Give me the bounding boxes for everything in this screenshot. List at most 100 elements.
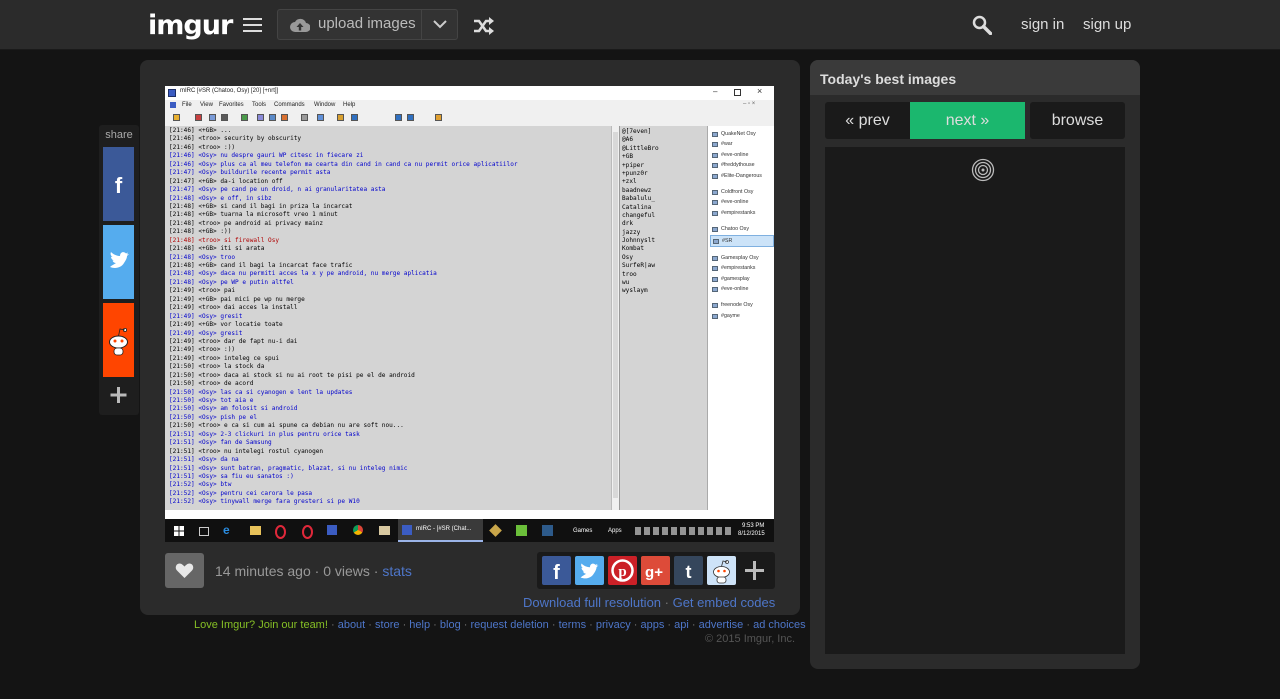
taskbar-games-label[interactable]: Games (573, 528, 592, 534)
footer-advertise-link[interactable]: advertise (699, 619, 744, 631)
nick-item[interactable]: Catalina (622, 204, 659, 212)
footer-ad-choices-link[interactable]: ad choices (753, 619, 806, 631)
save-app-icon[interactable] (327, 525, 337, 535)
channel-node[interactable]: #empirestanks (710, 208, 774, 218)
footer-about-link[interactable]: about (338, 619, 366, 631)
taskbar-app-icon-2[interactable] (516, 525, 527, 536)
menu-file[interactable]: File (182, 102, 192, 108)
footer-help-link[interactable]: help (409, 619, 430, 631)
toolbar-button[interactable] (407, 114, 414, 121)
nick-item[interactable]: baadnewz (622, 187, 659, 195)
network-node[interactable]: Coldfront Osy (710, 187, 774, 197)
chat-scrollbar[interactable] (611, 126, 619, 510)
join-team-link[interactable]: Love Imgur? Join our team! (194, 619, 328, 631)
more-share-icon[interactable] (740, 556, 769, 585)
nick-item[interactable]: +piper (622, 162, 659, 170)
toolbar-button[interactable] (301, 114, 308, 121)
toolbar-button[interactable] (269, 114, 276, 121)
nick-item[interactable]: drk (622, 220, 659, 228)
nick-item[interactable]: Osy (622, 254, 659, 262)
menu-commands[interactable]: Commands (274, 102, 305, 108)
download-full-resolution-link[interactable]: Download full resolution (523, 595, 661, 610)
toolbar-button[interactable] (209, 114, 216, 121)
get-embed-codes-link[interactable]: Get embed codes (673, 595, 776, 610)
sign-up-link[interactable]: sign up (1083, 16, 1131, 33)
tumblr-share-icon[interactable]: t (674, 556, 703, 585)
windows-start-icon[interactable] (174, 526, 184, 536)
share-facebook-button[interactable]: f (103, 147, 134, 221)
taskbar-mirc-task[interactable]: mIRC - [#SR (Chat... (398, 519, 483, 542)
network-node[interactable]: Gamesplay Osy (710, 253, 774, 263)
toolbar-button[interactable] (195, 114, 202, 121)
menu-tools[interactable]: Tools (252, 102, 266, 108)
favorite-button[interactable] (165, 553, 204, 588)
next-button[interactable]: next » (910, 102, 1025, 139)
upload-dropdown-button[interactable] (421, 9, 458, 40)
footer-apps-link[interactable]: apps (641, 619, 665, 631)
search-icon[interactable] (972, 15, 992, 35)
channel-node[interactable]: #eve-online (710, 197, 774, 207)
menu-window[interactable]: Window (314, 102, 335, 108)
nick-item[interactable]: changeful (622, 212, 659, 220)
network-node[interactable]: freenode Osy (710, 300, 774, 310)
hamburger-menu-icon[interactable] (243, 18, 262, 32)
pinterest-share-icon[interactable]: p (608, 556, 637, 585)
footer-privacy-link[interactable]: privacy (596, 619, 631, 631)
file-explorer-icon[interactable] (250, 526, 261, 535)
nick-item[interactable]: wu (622, 279, 659, 287)
posted-image[interactable]: mIRC [#SR (Chatoo, Osy) [20] [+nrt]] – ×… (165, 86, 774, 542)
footer-store-link[interactable]: store (375, 619, 399, 631)
taskbar-apps-label[interactable]: Apps (608, 528, 622, 534)
channel-node[interactable]: #Elite-Dangerous (710, 171, 774, 181)
toolbar-button[interactable] (173, 114, 180, 121)
upload-images-button[interactable]: upload images (277, 9, 421, 40)
taskbar-app-icon-1[interactable] (489, 524, 502, 537)
shuffle-icon[interactable] (473, 17, 494, 35)
toolbar-button[interactable] (241, 114, 248, 121)
channel-node[interactable]: #gamesplay (710, 274, 774, 284)
menu-favorites[interactable]: Favorites (219, 102, 244, 108)
nick-item[interactable]: +zxl (622, 178, 659, 186)
nick-item[interactable]: +punz0r (622, 170, 659, 178)
toolbar-button[interactable] (435, 114, 442, 121)
nick-item[interactable]: @A6 (622, 136, 659, 144)
folder-icon[interactable] (379, 526, 390, 535)
prev-button[interactable]: « prev (825, 102, 910, 139)
imgur-logo[interactable]: imgur (148, 10, 233, 41)
nick-item[interactable]: @[7even] (622, 128, 659, 136)
toolbar-button[interactable] (395, 114, 402, 121)
channel-node[interactable]: #gayme (710, 311, 774, 321)
toolbar-button[interactable] (351, 114, 358, 121)
footer-blog-link[interactable]: blog (440, 619, 461, 631)
mdi-controls[interactable]: – ▫ × (743, 101, 755, 107)
clock-date[interactable]: 8/12/2015 (738, 531, 765, 537)
opera-icon-2[interactable] (302, 525, 313, 539)
nick-item[interactable]: SurfeR|aw (622, 262, 659, 270)
channel-node[interactable]: #empirestanks (710, 263, 774, 273)
network-node[interactable]: Chatoo Osy (710, 224, 774, 234)
chrome-icon[interactable] (353, 525, 363, 535)
sign-in-link[interactable]: sign in (1021, 16, 1064, 33)
taskbar-app-icon-3[interactable] (542, 525, 553, 536)
stats-link[interactable]: stats (382, 563, 412, 579)
task-view-icon[interactable] (199, 527, 209, 536)
toolbar-button[interactable] (317, 114, 324, 121)
toolbar-button[interactable] (281, 114, 288, 121)
toolbar-button[interactable] (221, 114, 228, 121)
edge-browser-icon[interactable]: e (223, 523, 230, 537)
nick-item[interactable]: Babalulu_ (622, 195, 659, 203)
channel-node[interactable]: #war (710, 139, 774, 149)
nick-item[interactable]: @LittleBro (622, 145, 659, 153)
scroll-thumb[interactable] (613, 132, 618, 498)
footer-request-deletion-link[interactable]: request deletion (470, 619, 548, 631)
toolbar-button[interactable] (257, 114, 264, 121)
nick-item[interactable]: wyslaym (622, 287, 659, 295)
nick-item[interactable]: Johnnyslt (622, 237, 659, 245)
browse-button[interactable]: browse (1030, 102, 1125, 139)
nick-item[interactable]: troo (622, 271, 659, 279)
nick-item[interactable]: jazzy (622, 229, 659, 237)
menu-help[interactable]: Help (343, 102, 355, 108)
menu-view[interactable]: View (200, 102, 213, 108)
nick-item[interactable]: +GB (622, 153, 659, 161)
window-maximize-icon[interactable] (734, 89, 741, 96)
